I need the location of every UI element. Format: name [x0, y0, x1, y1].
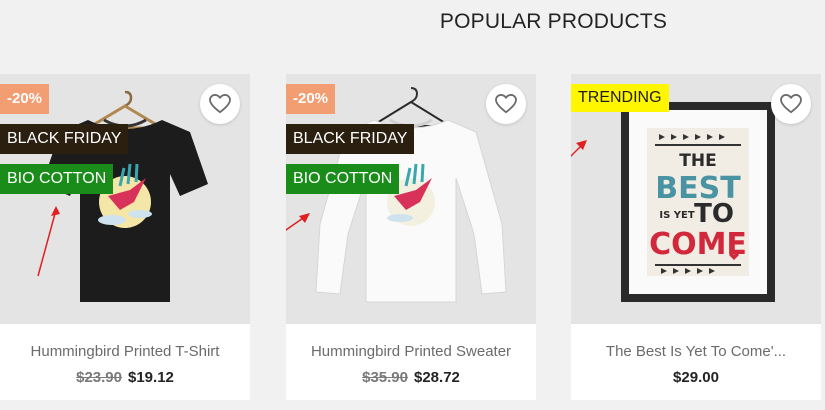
product-name[interactable]: The Best Is Yet To Come'... [571, 343, 821, 360]
section-title: POPULAR PRODUCTS [439, 10, 668, 33]
product-card[interactable]: THE BEST IS YET TO COME TRENDING The Bes… [571, 74, 821, 400]
product-name[interactable]: Hummingbird Printed T-Shirt [0, 343, 250, 360]
price-row: $35.90 $28.72 [286, 369, 536, 386]
regular-price: $23.90 [76, 369, 122, 386]
trending-label: TRENDING [571, 84, 669, 112]
product-image[interactable]: -20% BLACK FRIDAY BIO COTTON [286, 74, 536, 324]
price-row: $23.90 $19.12 [0, 369, 250, 386]
discount-badge: -20% [286, 84, 336, 114]
bio-cotton-label: BIO COTTON [0, 164, 114, 194]
wishlist-button[interactable] [486, 84, 526, 124]
price-row: $29.00 [571, 369, 821, 386]
product-name[interactable]: Hummingbird Printed Sweater [286, 343, 536, 360]
poster-text-is-yet: IS YET [659, 210, 694, 221]
heart-outline-icon [495, 94, 517, 114]
annotation-arrow [286, 213, 310, 231]
bio-cotton-label: BIO COTTON [286, 164, 400, 194]
product-card[interactable]: -20% BLACK FRIDAY BIO COTTON Hummingbird… [0, 74, 250, 400]
regular-price: $35.90 [362, 369, 408, 386]
wishlist-button[interactable] [771, 84, 811, 124]
product-card[interactable]: -20% BLACK FRIDAY BIO COTTON Hummingbird… [286, 74, 536, 400]
heart-outline-icon [209, 94, 231, 114]
poster-text-to: TO [694, 199, 734, 229]
black-friday-label: BLACK FRIDAY [286, 124, 415, 154]
annotation-arrow [571, 140, 587, 158]
sale-price: $19.12 [128, 369, 174, 386]
wishlist-button[interactable] [200, 84, 240, 124]
product-image[interactable]: THE BEST IS YET TO COME TRENDING [571, 74, 821, 324]
product-image[interactable]: -20% BLACK FRIDAY BIO COTTON [0, 74, 250, 324]
poster-text-the: THE [679, 151, 716, 171]
black-friday-label: BLACK FRIDAY [0, 124, 129, 154]
sale-price: $28.72 [414, 369, 460, 386]
annotation-arrow [37, 206, 60, 277]
discount-badge: -20% [0, 84, 50, 114]
heart-outline-icon [780, 94, 802, 114]
price: $29.00 [673, 369, 719, 386]
